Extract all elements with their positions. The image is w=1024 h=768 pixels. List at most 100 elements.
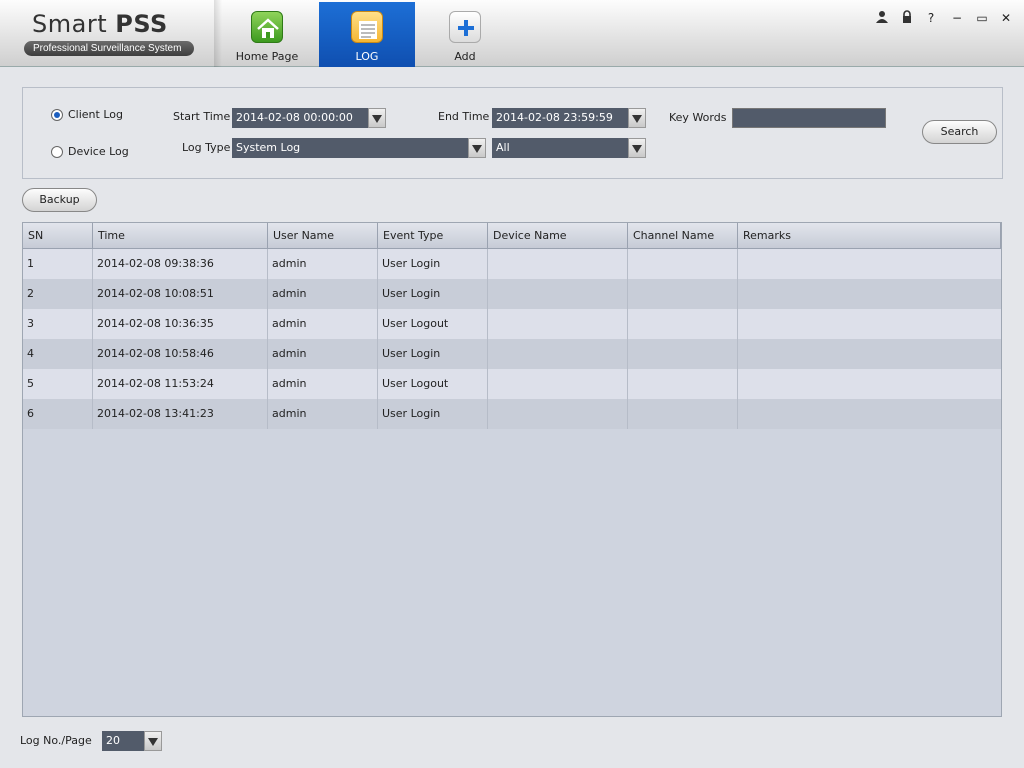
cell-event-type: User Logout bbox=[378, 369, 488, 399]
cell-sn: 6 bbox=[23, 399, 93, 429]
cell-event-type: User Login bbox=[378, 339, 488, 369]
table-row[interactable]: 1 2014-02-08 09:38:36 admin User Login bbox=[23, 249, 1001, 279]
column-header-channel-name[interactable]: Channel Name bbox=[628, 223, 738, 249]
cell-remarks bbox=[738, 279, 1001, 309]
cell-user-name: admin bbox=[268, 369, 378, 399]
table-header: SN Time User Name Event Type Device Name… bbox=[23, 223, 1001, 249]
app-header: Smart PSS Professional Surveillance Syst… bbox=[0, 0, 1024, 67]
cell-sn: 5 bbox=[23, 369, 93, 399]
cell-device-name bbox=[488, 279, 628, 309]
cell-sn: 1 bbox=[23, 249, 93, 279]
help-icon[interactable]: ? bbox=[922, 10, 940, 26]
tab-home-page-label: Home Page bbox=[235, 50, 299, 63]
end-time-label: End Time bbox=[438, 110, 490, 123]
user-icon[interactable] bbox=[873, 10, 891, 26]
cell-user-name: admin bbox=[268, 339, 378, 369]
cell-remarks bbox=[738, 369, 1001, 399]
cell-event-type: User Login bbox=[378, 249, 488, 279]
column-header-event-type[interactable]: Event Type bbox=[378, 223, 488, 249]
log-type-dropdown-icon[interactable] bbox=[468, 138, 486, 158]
cell-device-name bbox=[488, 369, 628, 399]
app-logo-title: Smart PSS bbox=[32, 10, 168, 38]
tab-add[interactable]: Add bbox=[417, 2, 513, 67]
cell-device-name bbox=[488, 309, 628, 339]
column-header-time[interactable]: Time bbox=[93, 223, 268, 249]
tab-log-label: LOG bbox=[355, 50, 379, 63]
minimize-icon[interactable]: − bbox=[948, 10, 966, 26]
log-icon bbox=[351, 11, 383, 43]
cell-user-name: admin bbox=[268, 279, 378, 309]
cell-sn: 2 bbox=[23, 279, 93, 309]
log-table: SN Time User Name Event Type Device Name… bbox=[22, 222, 1002, 717]
cell-channel-name bbox=[628, 309, 738, 339]
cell-remarks bbox=[738, 339, 1001, 369]
cell-channel-name bbox=[628, 279, 738, 309]
app-title-part1: Smart bbox=[32, 10, 108, 38]
log-subtype-select[interactable]: All bbox=[492, 138, 628, 158]
key-words-label: Key Words bbox=[669, 111, 727, 124]
cell-event-type: User Logout bbox=[378, 309, 488, 339]
search-button[interactable]: Search bbox=[922, 120, 997, 144]
device-log-label[interactable]: Device Log bbox=[68, 145, 129, 158]
tab-home-page[interactable]: Home Page bbox=[219, 2, 315, 67]
client-log-label[interactable]: Client Log bbox=[68, 108, 123, 121]
client-log-radio[interactable] bbox=[51, 109, 63, 121]
cell-device-name bbox=[488, 399, 628, 429]
cell-channel-name bbox=[628, 249, 738, 279]
cell-time: 2014-02-08 13:41:23 bbox=[93, 399, 268, 429]
tab-add-label: Add bbox=[454, 50, 476, 63]
cell-user-name: admin bbox=[268, 249, 378, 279]
log-type-select[interactable]: System Log bbox=[232, 138, 468, 158]
column-header-device-name[interactable]: Device Name bbox=[488, 223, 628, 249]
cell-user-name: admin bbox=[268, 309, 378, 339]
app-subtitle: Professional Surveillance System bbox=[24, 41, 194, 56]
per-page-label: Log No./Page bbox=[20, 734, 92, 747]
cell-sn: 4 bbox=[23, 339, 93, 369]
table-row[interactable]: 6 2014-02-08 13:41:23 admin User Login bbox=[23, 399, 1001, 429]
add-icon bbox=[449, 11, 481, 43]
cell-sn: 3 bbox=[23, 309, 93, 339]
cell-event-type: User Login bbox=[378, 399, 488, 429]
filter-panel: Client Log Device Log Start Time 2014-02… bbox=[22, 87, 1003, 179]
home-icon bbox=[251, 11, 283, 43]
cell-device-name bbox=[488, 339, 628, 369]
cell-time: 2014-02-08 11:53:24 bbox=[93, 369, 268, 399]
maximize-icon[interactable]: ▭ bbox=[973, 10, 991, 26]
close-icon[interactable]: ✕ bbox=[997, 10, 1015, 26]
lock-icon[interactable] bbox=[898, 10, 916, 26]
column-header-user-name[interactable]: User Name bbox=[268, 223, 378, 249]
cell-event-type: User Login bbox=[378, 279, 488, 309]
per-page-select[interactable]: 20 bbox=[102, 731, 144, 751]
tab-log[interactable]: LOG bbox=[319, 2, 415, 67]
per-page-dropdown-icon[interactable] bbox=[144, 731, 162, 751]
key-words-input[interactable] bbox=[732, 108, 886, 128]
cell-remarks bbox=[738, 249, 1001, 279]
cell-device-name bbox=[488, 249, 628, 279]
start-time-label: Start Time bbox=[173, 110, 231, 123]
end-time-dropdown-icon[interactable] bbox=[628, 108, 646, 128]
table-row[interactable]: 5 2014-02-08 11:53:24 admin User Logout bbox=[23, 369, 1001, 399]
log-type-label: Log Type bbox=[182, 141, 231, 154]
table-row[interactable]: 3 2014-02-08 10:36:35 admin User Logout bbox=[23, 309, 1001, 339]
backup-button[interactable]: Backup bbox=[22, 188, 97, 212]
cell-channel-name bbox=[628, 399, 738, 429]
start-time-dropdown-icon[interactable] bbox=[368, 108, 386, 128]
cell-time: 2014-02-08 10:58:46 bbox=[93, 339, 268, 369]
end-time-field[interactable]: 2014-02-08 23:59:59 bbox=[492, 108, 628, 128]
cell-time: 2014-02-08 10:08:51 bbox=[93, 279, 268, 309]
app-title-part2: PSS bbox=[115, 10, 168, 38]
table-row[interactable]: 2 2014-02-08 10:08:51 admin User Login bbox=[23, 279, 1001, 309]
cell-user-name: admin bbox=[268, 399, 378, 429]
cell-time: 2014-02-08 09:38:36 bbox=[93, 249, 268, 279]
device-log-radio[interactable] bbox=[51, 146, 63, 158]
log-subtype-dropdown-icon[interactable] bbox=[628, 138, 646, 158]
column-header-sn[interactable]: SN bbox=[23, 223, 93, 249]
cell-time: 2014-02-08 10:36:35 bbox=[93, 309, 268, 339]
cell-channel-name bbox=[628, 339, 738, 369]
cell-channel-name bbox=[628, 369, 738, 399]
cell-remarks bbox=[738, 309, 1001, 339]
start-time-field[interactable]: 2014-02-08 00:00:00 bbox=[232, 108, 368, 128]
column-header-remarks[interactable]: Remarks bbox=[738, 223, 1001, 249]
table-row[interactable]: 4 2014-02-08 10:58:46 admin User Login bbox=[23, 339, 1001, 369]
cell-remarks bbox=[738, 399, 1001, 429]
